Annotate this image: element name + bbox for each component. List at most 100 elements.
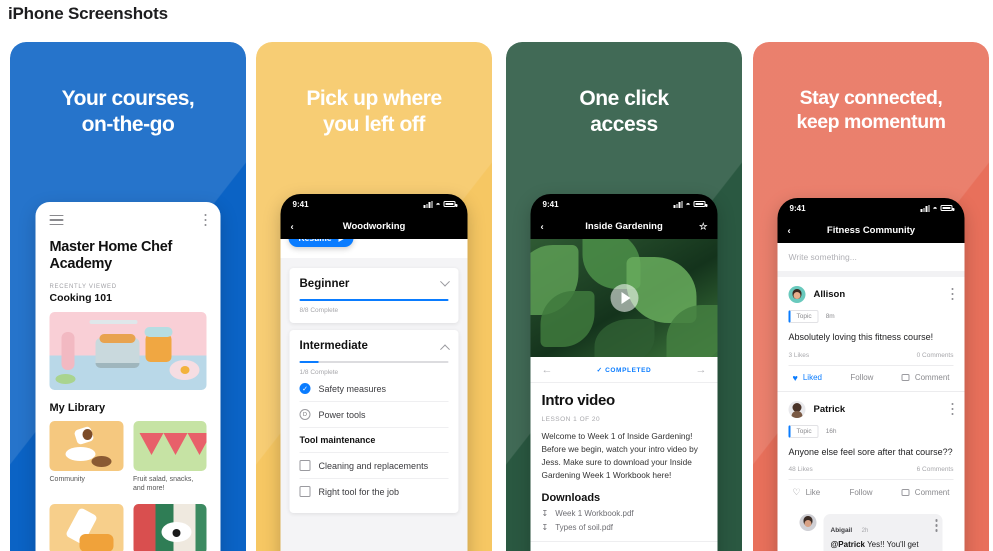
topic-tag[interactable]: Topic — [788, 310, 819, 323]
library-item[interactable] — [133, 503, 207, 551]
status-bar: 9:41 ◓ — [778, 198, 965, 218]
download-item[interactable]: ↧ Types of soil.pdf — [531, 518, 718, 532]
library-item[interactable] — [49, 503, 123, 551]
library-grid: Community Fruit salad, snacks, and more! — [36, 414, 221, 551]
status-bar: 9:41 ◓ — [531, 194, 718, 214]
post-author: Allison — [813, 289, 846, 300]
comments-row[interactable]: 2 Comments — [530, 541, 718, 551]
library-thumb — [49, 420, 123, 471]
post-text: Anyone else feel sore after that course?… — [788, 446, 953, 457]
arrow-right-icon[interactable]: → — [695, 364, 706, 376]
recent-course-name[interactable]: Cooking 101 — [36, 290, 221, 304]
like-button[interactable]: ♥ Liked — [793, 373, 822, 383]
composer-input[interactable]: Write something... — [777, 243, 965, 277]
reply-time: 2h — [861, 528, 869, 535]
status-time: 9:41 — [542, 199, 559, 209]
panel-headline: Your courses, on-the-go — [61, 87, 195, 137]
screenshot-card-oneclick[interactable]: One click access 9:41 ◓ ‹ Inside Gardeni… — [506, 42, 742, 551]
library-thumb — [49, 503, 123, 551]
reply-bubble[interactable]: Abigail 2h @Patrick Yes!! You'll get use… — [823, 514, 943, 551]
chevron-left-icon[interactable]: ‹ — [291, 221, 294, 232]
download-name: Types of soil.pdf — [555, 523, 614, 533]
screenshot-card-resume[interactable]: Pick up where you left off 9:41 ◓ ‹ Wood… — [256, 42, 492, 551]
follow-button[interactable]: Follow — [850, 373, 873, 383]
like-button[interactable]: ♡ Like — [793, 487, 821, 498]
phone-device: 9:41 ◓ ‹ Inside Gardening ☆ ← ✓ COMPLETE… — [530, 194, 718, 551]
play-circle-icon[interactable] — [610, 284, 638, 312]
lesson-label: Cleaning and replacements — [318, 460, 429, 471]
resume-button[interactable]: Resume — [288, 239, 354, 247]
status-label: COMPLETED — [605, 367, 652, 374]
screen-content: Resume Beginner 8/8 Complete — [280, 239, 468, 551]
progress-bar — [299, 299, 449, 301]
kebab-menu-icon[interactable] — [204, 214, 207, 229]
library-item-label: Community — [49, 475, 85, 483]
post-time: 16h — [825, 427, 837, 435]
course-home-card[interactable]: Master Home Chef Academy RECENTLY VIEWED… — [35, 202, 221, 551]
kebab-menu-icon[interactable] — [951, 402, 954, 418]
arrow-left-icon[interactable]: ← — [542, 364, 553, 376]
lesson-item[interactable]: ✓ Safety measures — [299, 376, 449, 402]
status-bar: 9:41 ◓ — [281, 194, 468, 214]
play-icon — [338, 239, 346, 242]
screenshot-card-community[interactable]: Stay connected, keep momentum 9:41 ◓ ‹ F… — [753, 42, 989, 551]
library-item-label: Fruit salad, snacks, and more! — [133, 475, 194, 493]
chevron-up-icon[interactable] — [440, 343, 450, 354]
hamburger-icon[interactable] — [49, 214, 64, 229]
library-item[interactable]: Community — [49, 420, 123, 494]
section-beginner[interactable]: Beginner 8/8 Complete — [289, 268, 459, 323]
chevron-down-icon[interactable] — [440, 276, 450, 287]
follow-button[interactable]: Follow — [849, 487, 872, 498]
avatar[interactable] — [799, 514, 817, 532]
downloads-heading: Downloads — [541, 492, 601, 505]
battery-icon — [693, 201, 707, 207]
lesson-label: Right tool for the job — [318, 486, 400, 497]
lesson-item[interactable]: Right tool for the job — [299, 479, 449, 504]
download-item[interactable]: ↧ Week 1 Workbook.pdf — [531, 504, 718, 518]
section-title: Intermediate — [299, 340, 368, 352]
card-toolbar — [36, 202, 221, 229]
chevron-left-icon[interactable]: ‹ — [788, 225, 791, 236]
cellular-bars-icon — [423, 200, 433, 208]
comment-icon — [901, 489, 910, 497]
nav-bar: ‹ Inside Gardening ☆ — [530, 214, 718, 239]
comment-button[interactable]: Comment — [901, 487, 950, 498]
library-thumb — [133, 420, 207, 471]
comment-icon — [901, 374, 910, 382]
lesson-item[interactable]: D Power tools — [299, 402, 449, 428]
course-hero-image — [49, 311, 207, 390]
star-outline-icon[interactable]: ☆ — [699, 221, 708, 232]
reply-mention[interactable]: @Patrick — [831, 540, 865, 549]
kebab-menu-icon[interactable] — [951, 288, 954, 303]
library-item[interactable]: Fruit salad, snacks, and more! — [133, 420, 207, 494]
kebab-menu-icon[interactable] — [935, 519, 938, 534]
post-author: Patrick — [813, 403, 846, 415]
status-time: 9:41 — [292, 199, 309, 209]
reply-item: Abigail 2h @Patrick Yes!! You'll get use… — [789, 506, 954, 551]
quiz-icon — [299, 486, 311, 497]
video-player[interactable] — [530, 239, 718, 357]
check-icon: ✓ — [596, 367, 603, 374]
comment-button[interactable]: Comment — [901, 373, 950, 383]
nav-title: Woodworking — [342, 221, 406, 232]
comments-count: 6 Comments — [916, 466, 954, 474]
post-time: 8m — [825, 313, 835, 320]
comment-label: Comment — [914, 488, 950, 498]
course-title: Master Home Chef Academy — [49, 238, 173, 273]
progress-label: 1/8 Complete — [299, 369, 339, 376]
lesson-item[interactable]: Cleaning and replacements — [299, 453, 449, 479]
phone-device: 9:41 ◓ ‹ Woodworking Resume — [280, 194, 468, 551]
battery-icon — [443, 201, 457, 207]
screenshot-card-courses[interactable]: Your courses, on-the-go Master Home Chef… — [10, 42, 246, 551]
avatar[interactable] — [788, 286, 806, 303]
section-intermediate[interactable]: Intermediate 1/8 Complete ✓ Safety measu… — [289, 330, 459, 513]
likes-count: 48 Likes — [788, 466, 813, 474]
reply-text-row: @Patrick Yes!! You'll get used to it. Ke… — [831, 539, 936, 551]
chevron-left-icon[interactable]: ‹ — [541, 221, 544, 232]
avatar[interactable] — [788, 400, 806, 418]
topic-tag[interactable]: Topic — [788, 424, 819, 438]
comments-count: 0 Comments — [916, 351, 954, 359]
follow-label: Follow — [849, 488, 873, 498]
resume-label: Resume — [299, 239, 332, 243]
like-label: Liked — [802, 373, 822, 383]
